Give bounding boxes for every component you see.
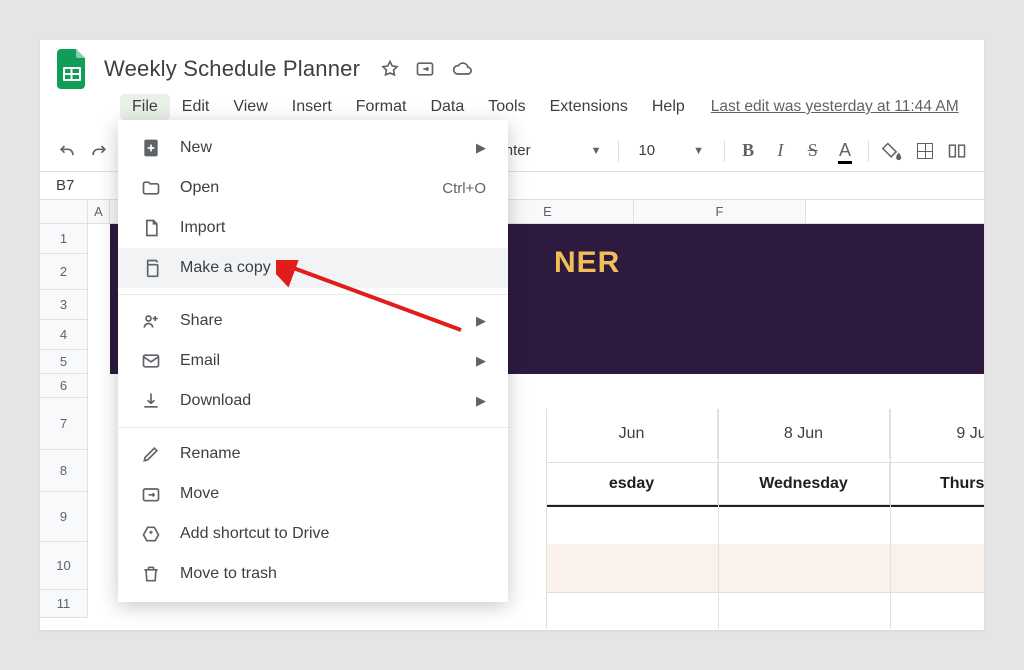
last-edit-link[interactable]: Last edit was yesterday at 11:44 AM xyxy=(711,98,959,116)
redo-button[interactable] xyxy=(86,137,112,165)
chevron-down-icon: ▼ xyxy=(693,145,704,157)
menu-new[interactable]: New ▶ xyxy=(118,128,508,168)
row-4[interactable]: 4 xyxy=(40,320,88,350)
menu-make-a-copy[interactable]: Make a copy xyxy=(118,248,508,288)
menu-move-to-trash[interactable]: Move to trash xyxy=(118,554,508,594)
row-11[interactable]: 11 xyxy=(40,590,88,618)
folder-icon xyxy=(140,178,162,198)
menu-move[interactable]: Move xyxy=(118,474,508,514)
planner-title-text: NER xyxy=(554,246,620,280)
shortcut-text: Ctrl+O xyxy=(442,180,486,197)
row-5[interactable]: 5 xyxy=(40,350,88,374)
row-9[interactable]: 9 xyxy=(40,492,88,542)
cloud-status-icon[interactable] xyxy=(450,59,474,79)
sheets-app-icon[interactable] xyxy=(54,45,90,93)
cell-reference[interactable]: B7 xyxy=(40,177,122,194)
menu-add-shortcut[interactable]: Add shortcut to Drive xyxy=(118,514,508,554)
row-8[interactable]: 8 xyxy=(40,450,88,492)
col-F[interactable]: F xyxy=(634,200,806,223)
menu-help[interactable]: Help xyxy=(640,94,697,120)
font-size: 10 xyxy=(638,142,655,159)
row-3[interactable]: 3 xyxy=(40,290,88,320)
row-10[interactable]: 10 xyxy=(40,542,88,590)
menu-format[interactable]: Format xyxy=(344,94,419,120)
fill-color-button[interactable] xyxy=(879,137,905,165)
submenu-arrow-icon: ▶ xyxy=(476,140,486,156)
star-icon[interactable] xyxy=(380,59,400,79)
drive-shortcut-icon xyxy=(140,524,162,544)
font-size-picker[interactable]: 10 ▼ xyxy=(628,142,714,159)
file-menu-dropdown: New ▶ Open Ctrl+O Import Make a copy Sha… xyxy=(118,120,508,602)
download-icon xyxy=(140,391,162,411)
merge-cells-button[interactable] xyxy=(944,137,970,165)
app-window: Weekly Schedule Planner File Edit View I… xyxy=(40,40,984,630)
trash-icon xyxy=(140,564,162,584)
bold-button[interactable]: B xyxy=(735,137,761,165)
menu-divider xyxy=(118,427,508,428)
borders-button[interactable] xyxy=(911,137,937,165)
text-color-button[interactable]: A xyxy=(832,137,858,165)
menu-extensions[interactable]: Extensions xyxy=(538,94,640,120)
move-icon xyxy=(140,484,162,504)
row-2[interactable]: 2 xyxy=(40,254,88,290)
row-7[interactable]: 7 xyxy=(40,398,88,450)
submenu-arrow-icon: ▶ xyxy=(476,353,486,369)
menu-rename[interactable]: Rename xyxy=(118,434,508,474)
move-to-folder-icon[interactable] xyxy=(414,59,436,79)
menu-view[interactable]: View xyxy=(221,94,279,120)
email-icon xyxy=(140,351,162,371)
menu-share[interactable]: Share ▶ xyxy=(118,301,508,341)
col-A[interactable]: A xyxy=(88,200,110,223)
menu-divider xyxy=(118,294,508,295)
menu-edit[interactable]: Edit xyxy=(170,94,222,120)
pencil-icon xyxy=(140,444,162,464)
menu-email[interactable]: Email ▶ xyxy=(118,341,508,381)
font-picker[interactable]: Inter ▼ xyxy=(495,138,608,163)
submenu-arrow-icon: ▶ xyxy=(476,313,486,329)
menu-file[interactable]: File xyxy=(120,94,170,120)
row-6[interactable]: 6 xyxy=(40,374,88,398)
menu-insert[interactable]: Insert xyxy=(280,94,344,120)
italic-button[interactable]: I xyxy=(767,137,793,165)
select-all-corner[interactable] xyxy=(40,200,88,223)
menu-download[interactable]: Download ▶ xyxy=(118,381,508,421)
menu-open[interactable]: Open Ctrl+O xyxy=(118,168,508,208)
new-icon xyxy=(140,138,162,158)
row-headers: 1234567891011 xyxy=(40,224,88,618)
strikethrough-button[interactable]: S xyxy=(800,137,826,165)
menu-data[interactable]: Data xyxy=(418,94,476,120)
file-icon xyxy=(140,218,162,238)
document-title[interactable]: Weekly Schedule Planner xyxy=(90,56,360,82)
copy-icon xyxy=(140,258,162,278)
share-icon xyxy=(140,311,162,331)
titlebar: Weekly Schedule Planner xyxy=(40,40,984,88)
undo-button[interactable] xyxy=(54,137,80,165)
menu-tools[interactable]: Tools xyxy=(476,94,537,120)
submenu-arrow-icon: ▶ xyxy=(476,393,486,409)
chevron-down-icon: ▼ xyxy=(591,145,602,157)
row-1[interactable]: 1 xyxy=(40,224,88,254)
menu-import[interactable]: Import xyxy=(118,208,508,248)
